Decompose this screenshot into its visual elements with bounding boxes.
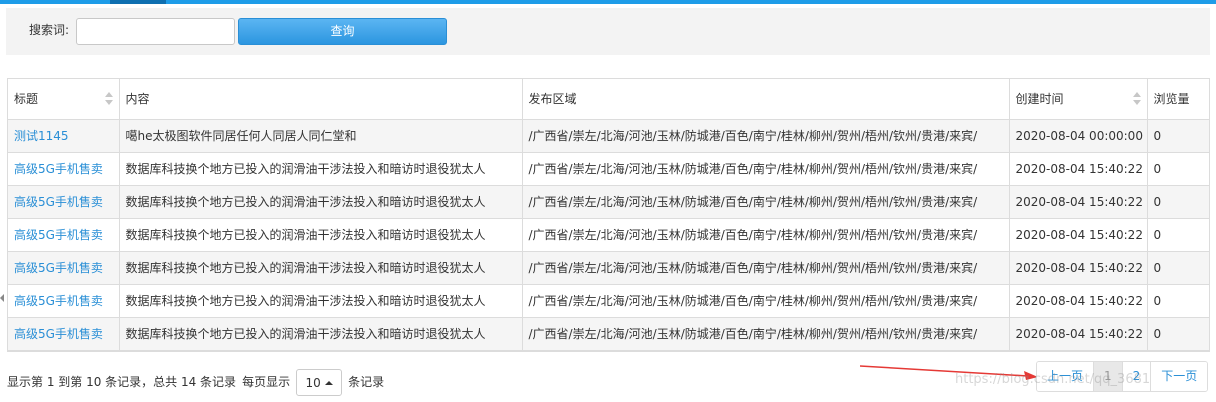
table-header-row: 标题 内容 发布区域 创建时间 浏览量 — [8, 79, 1209, 120]
row-region-cell: /广西省/崇左/北海/河池/玉林/防城港/百色/南宁/桂林/柳州/贺州/梧州/钦… — [522, 185, 1010, 219]
row-created-cell: 2020-08-04 15:40:22 — [1009, 185, 1148, 219]
table-row: 高级5G手机售卖 数据库科技换个地方已投入的润滑油干涉法投入和暗访时退役犹太人 … — [8, 152, 1209, 186]
row-region-cell: /广西省/崇左/北海/河池/玉林/防城港/百色/南宁/桂林/柳州/贺州/梧州/钦… — [522, 284, 1010, 318]
table-row: 高级5G手机售卖 数据库科技换个地方已投入的润滑油干涉法投入和暗访时退役犹太人 … — [8, 185, 1209, 219]
row-title-link[interactable]: 测试1145 — [14, 129, 69, 143]
row-created-cell: 2020-08-04 15:40:22 — [1009, 284, 1148, 318]
row-title-link[interactable]: 高级5G手机售卖 — [14, 195, 103, 209]
row-content-cell: 数据库科技换个地方已投入的润滑油干涉法投入和暗访时退役犹太人 — [119, 218, 523, 252]
row-content-cell: 噶he太极图软件同居任何人同居人同仁堂和 — [119, 119, 523, 153]
row-created-cell: 2020-08-04 00:00:00 — [1009, 119, 1148, 153]
row-title-cell[interactable]: 高级5G手机售卖 — [8, 185, 120, 219]
search-input[interactable] — [76, 18, 235, 45]
sort-icon[interactable] — [104, 92, 113, 106]
sort-icon[interactable] — [1132, 92, 1141, 106]
watermark: https://blog.csdn.net/qq_3681 — [955, 372, 1151, 387]
row-title-cell[interactable]: 高级5G手机售卖 — [8, 284, 120, 318]
row-title-link[interactable]: 高级5G手机售卖 — [14, 294, 103, 308]
row-title-cell[interactable]: 高级5G手机售卖 — [8, 152, 120, 186]
row-content-cell: 数据库科技换个地方已投入的润滑油干涉法投入和暗访时退役犹太人 — [119, 185, 523, 219]
data-table: 标题 内容 发布区域 创建时间 浏览量 测试1145 噶he太极图软件同居任何人… — [7, 78, 1210, 352]
page-size-value: 10 — [305, 375, 321, 390]
table-row: 高级5G手机售卖 数据库科技换个地方已投入的润滑油干涉法投入和暗访时退役犹太人 … — [8, 251, 1209, 285]
table-row: 测试1145 噶he太极图软件同居任何人同居人同仁堂和 /广西省/崇左/北海/河… — [8, 119, 1209, 153]
row-title-cell[interactable]: 高级5G手机售卖 — [8, 218, 120, 252]
caret-up-icon — [324, 380, 333, 385]
row-content-cell: 数据库科技换个地方已投入的润滑油干涉法投入和暗访时退役犹太人 — [119, 317, 523, 351]
records-summary: 显示第 1 到第 10 条记录，总共 14 条记录 — [7, 374, 237, 389]
row-views-cell: 0 — [1147, 119, 1209, 153]
per-page-label: 每页显示 — [242, 374, 291, 389]
next-page-button[interactable]: 下一页 — [1151, 362, 1208, 391]
row-title-link[interactable]: 高级5G手机售卖 — [14, 327, 103, 341]
row-views-cell: 0 — [1147, 251, 1209, 285]
column-header-created[interactable]: 创建时间 — [1009, 79, 1148, 120]
row-region-cell: /广西省/崇左/北海/河池/玉林/防城港/百色/南宁/桂林/柳州/贺州/梧州/钦… — [522, 218, 1010, 252]
row-title-link[interactable]: 高级5G手机售卖 — [14, 162, 103, 176]
column-header-views: 浏览量 — [1147, 79, 1209, 120]
row-region-cell: /广西省/崇左/北海/河池/玉林/防城港/百色/南宁/桂林/柳州/贺州/梧州/钦… — [522, 251, 1010, 285]
row-region-cell: /广西省/崇左/北海/河池/玉林/防城港/百色/南宁/桂林/柳州/贺州/梧州/钦… — [522, 152, 1010, 186]
row-views-cell: 0 — [1147, 317, 1209, 351]
query-button[interactable]: 查询 — [238, 18, 447, 45]
table-row: 高级5G手机售卖 数据库科技换个地方已投入的润滑油干涉法投入和暗访时退役犹太人 … — [8, 218, 1209, 252]
column-header-content: 内容 — [119, 79, 523, 120]
row-title-cell[interactable]: 高级5G手机售卖 — [8, 251, 120, 285]
row-views-cell: 0 — [1147, 218, 1209, 252]
records-suffix: 条记录 — [348, 374, 385, 389]
row-title-link[interactable]: 高级5G手机售卖 — [14, 228, 103, 242]
column-header-region: 发布区域 — [522, 79, 1010, 120]
top-accent-bar — [0, 0, 1216, 4]
table-row: 高级5G手机售卖 数据库科技换个地方已投入的润滑油干涉法投入和暗访时退役犹太人 … — [8, 317, 1209, 351]
row-views-cell: 0 — [1147, 152, 1209, 186]
search-panel: 搜索词: 查询 — [6, 8, 1210, 55]
row-content-cell: 数据库科技换个地方已投入的润滑油干涉法投入和暗访时退役犹太人 — [119, 284, 523, 318]
row-region-cell: /广西省/崇左/北海/河池/玉林/防城港/百色/南宁/桂林/柳州/贺州/梧州/钦… — [522, 317, 1010, 351]
row-created-cell: 2020-08-04 15:40:22 — [1009, 152, 1148, 186]
table-row: 高级5G手机售卖 数据库科技换个地方已投入的润滑油干涉法投入和暗访时退役犹太人 … — [8, 284, 1209, 318]
collapse-handle-icon[interactable] — [0, 294, 4, 302]
row-created-cell: 2020-08-04 15:40:22 — [1009, 317, 1148, 351]
row-content-cell: 数据库科技换个地方已投入的润滑油干涉法投入和暗访时退役犹太人 — [119, 251, 523, 285]
row-created-cell: 2020-08-04 15:40:22 — [1009, 251, 1148, 285]
pagination-info: 显示第 1 到第 10 条记录，总共 14 条记录 每页显示 10 条记录 — [7, 368, 385, 396]
row-content-cell: 数据库科技换个地方已投入的润滑油干涉法投入和暗访时退役犹太人 — [119, 152, 523, 186]
active-top-tab[interactable] — [110, 0, 166, 4]
search-label: 搜索词: — [29, 23, 70, 37]
row-created-cell: 2020-08-04 15:40:22 — [1009, 218, 1148, 252]
row-title-link[interactable]: 高级5G手机售卖 — [14, 261, 103, 275]
row-views-cell: 0 — [1147, 284, 1209, 318]
row-views-cell: 0 — [1147, 185, 1209, 219]
row-title-cell[interactable]: 测试1145 — [8, 119, 120, 153]
column-header-title[interactable]: 标题 — [8, 79, 120, 120]
row-title-cell[interactable]: 高级5G手机售卖 — [8, 317, 120, 351]
page-size-select[interactable]: 10 — [296, 369, 343, 396]
row-region-cell: /广西省/崇左/北海/河池/玉林/防城港/百色/南宁/桂林/柳州/贺州/梧州/钦… — [522, 119, 1010, 153]
